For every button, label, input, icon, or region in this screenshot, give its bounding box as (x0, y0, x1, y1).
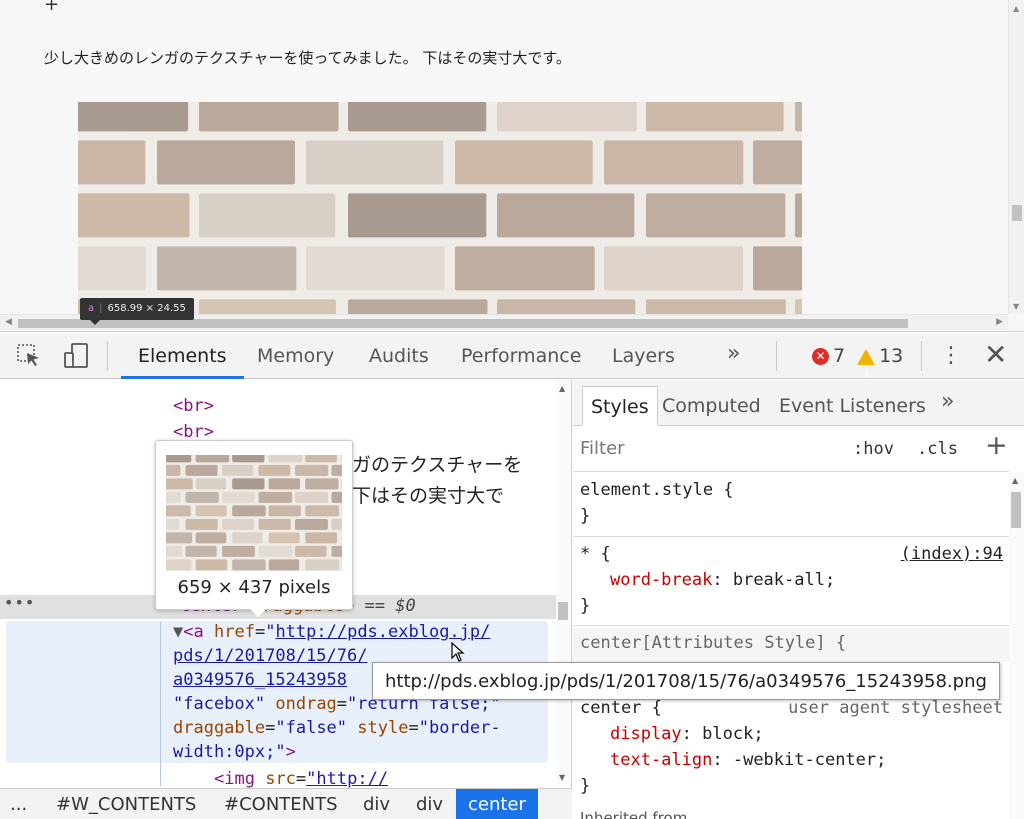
styles-tab-bar: Styles Computed Event Listeners » (573, 380, 1024, 426)
anchor-node[interactable]: ▼<a href="http://pds.exblog.jp/ (173, 622, 490, 642)
device-toolbar-icon[interactable] (63, 343, 89, 369)
scroll-thumb[interactable] (558, 602, 568, 620)
warning-icon: ! (857, 348, 876, 380)
scroll-thumb[interactable] (1012, 205, 1022, 221)
breadcrumb-item[interactable]: #W_CONTENTS (46, 789, 206, 819)
tab-styles[interactable]: Styles (582, 386, 658, 426)
styles-pane: Styles Computed Event Listeners » Filter… (573, 380, 1024, 819)
scroll-thumb[interactable] (1011, 492, 1021, 528)
style-rule-element[interactable]: element.style { } (573, 477, 1009, 529)
devtools-toolbar: Elements Memory Audits Performance Layer… (0, 333, 1024, 380)
breadcrumb-item[interactable]: div (353, 789, 400, 819)
style-rule-center[interactable]: center { user agent stylesheet display: … (573, 695, 1009, 799)
kebab-menu-icon[interactable]: ⋮ (940, 333, 962, 379)
tab-performance[interactable]: Performance (444, 333, 598, 379)
breadcrumb-item[interactable]: div (406, 789, 453, 819)
tab-audits[interactable]: Audits (352, 333, 446, 379)
scroll-down-icon[interactable]: ▼ (1013, 302, 1019, 311)
tab-layers[interactable]: Layers (595, 333, 692, 379)
tab-event-listeners[interactable]: Event Listeners (771, 386, 934, 426)
more-tabs-chevron-icon[interactable]: » (933, 382, 962, 422)
image-dimensions: 659 × 437 pixels (177, 577, 331, 598)
brick-image[interactable] (78, 102, 802, 314)
breadcrumb: ... #W_CONTENTS #CONTENTS div div center (0, 788, 572, 819)
tooltip-size: 658.99 × 24.55 (107, 303, 186, 314)
href-link[interactable]: http://pds.exblog.jp/ (275, 622, 490, 642)
class-toggle[interactable]: .cls (917, 439, 958, 459)
style-rule-universal[interactable]: * { (index):94 word-break: break-all; } (573, 541, 1009, 619)
tab-memory[interactable]: Memory (240, 333, 351, 379)
close-devtools-icon[interactable]: ✕ (984, 333, 1007, 379)
breadcrumb-item[interactable]: #CONTENTS (214, 789, 348, 819)
scroll-left-icon[interactable]: ◀ (5, 317, 12, 327)
hover-state-toggle[interactable]: :hov (853, 439, 894, 459)
tab-elements[interactable]: Elements (121, 333, 244, 379)
new-rule-plus-icon[interactable]: + (985, 430, 1008, 461)
error-count: 7 (833, 345, 846, 367)
img-node[interactable]: <img src="http:// (214, 769, 388, 789)
text-node[interactable]: ガのテクスチャーを (352, 450, 522, 477)
mouse-cursor-icon (451, 641, 465, 666)
inherited-from-label: Inherited from (580, 809, 688, 819)
tree-indent-guide (160, 621, 161, 786)
image-preview-popup: 659 × 437 pixels (155, 440, 353, 617)
ellipsis-icon[interactable]: ••• (4, 593, 35, 612)
page-viewport: + 少し大きめのレンガのテクスチャーを使ってみました。 下はその実寸大です。 ▲… (0, 0, 1024, 332)
more-tabs-chevron-icon[interactable]: » (727, 341, 740, 366)
collapse-arrow-icon[interactable]: ▼ (173, 622, 183, 642)
element-size-tooltip: a | 658.99 × 24.55 (80, 298, 194, 325)
breadcrumb-item-active[interactable]: center (456, 789, 538, 819)
text-node[interactable]: 下はその実寸大で (352, 481, 504, 508)
breadcrumb-more[interactable]: ... (0, 789, 37, 819)
tooltip-tag: a (88, 303, 95, 314)
href-link[interactable]: pds/1/201708/15/76/ (173, 646, 367, 666)
elements-scrollbar[interactable]: ▲ ▼ (556, 380, 571, 785)
style-rule-attributes[interactable]: center[Attributes Style] { (573, 628, 1009, 662)
inspect-element-icon[interactable] (16, 343, 42, 369)
source-link[interactable]: (index):94 (901, 541, 1003, 567)
plus-mark: + (44, 0, 60, 15)
scroll-up-icon[interactable]: ▲ (1012, 476, 1018, 485)
url-tooltip: http://pds.exblog.jp/pds/1/201708/15/76/… (372, 662, 1000, 700)
scroll-up-icon[interactable]: ▲ (1013, 4, 1019, 13)
page-vertical-scrollbar[interactable]: ▲ ▼ (1008, 0, 1024, 314)
tab-computed[interactable]: Computed (654, 386, 769, 426)
br-node[interactable]: <br> (173, 422, 214, 442)
scroll-right-icon[interactable]: ▶ (996, 317, 1003, 327)
error-icon: ✕ (812, 348, 829, 365)
styles-filter-row: Filter :hov .cls + (573, 427, 1009, 472)
href-link[interactable]: a0349576_15243958 (173, 670, 347, 690)
issues-counter[interactable]: ✕ 7! 13 (812, 333, 904, 380)
scroll-down-icon[interactable]: ▼ (559, 773, 565, 782)
scroll-thumb[interactable] (18, 319, 908, 328)
styles-scrollbar[interactable]: ▲ (1009, 472, 1024, 819)
scroll-up-icon[interactable]: ▲ (559, 384, 565, 393)
image-preview-thumbnail (166, 455, 342, 571)
br-node[interactable]: <br> (173, 396, 214, 416)
page-paragraph: 少し大きめのレンガのテクスチャーを使ってみました。 下はその実寸大です。 (44, 49, 571, 67)
warning-count: 13 (879, 345, 904, 367)
filter-input[interactable]: Filter (580, 438, 625, 459)
